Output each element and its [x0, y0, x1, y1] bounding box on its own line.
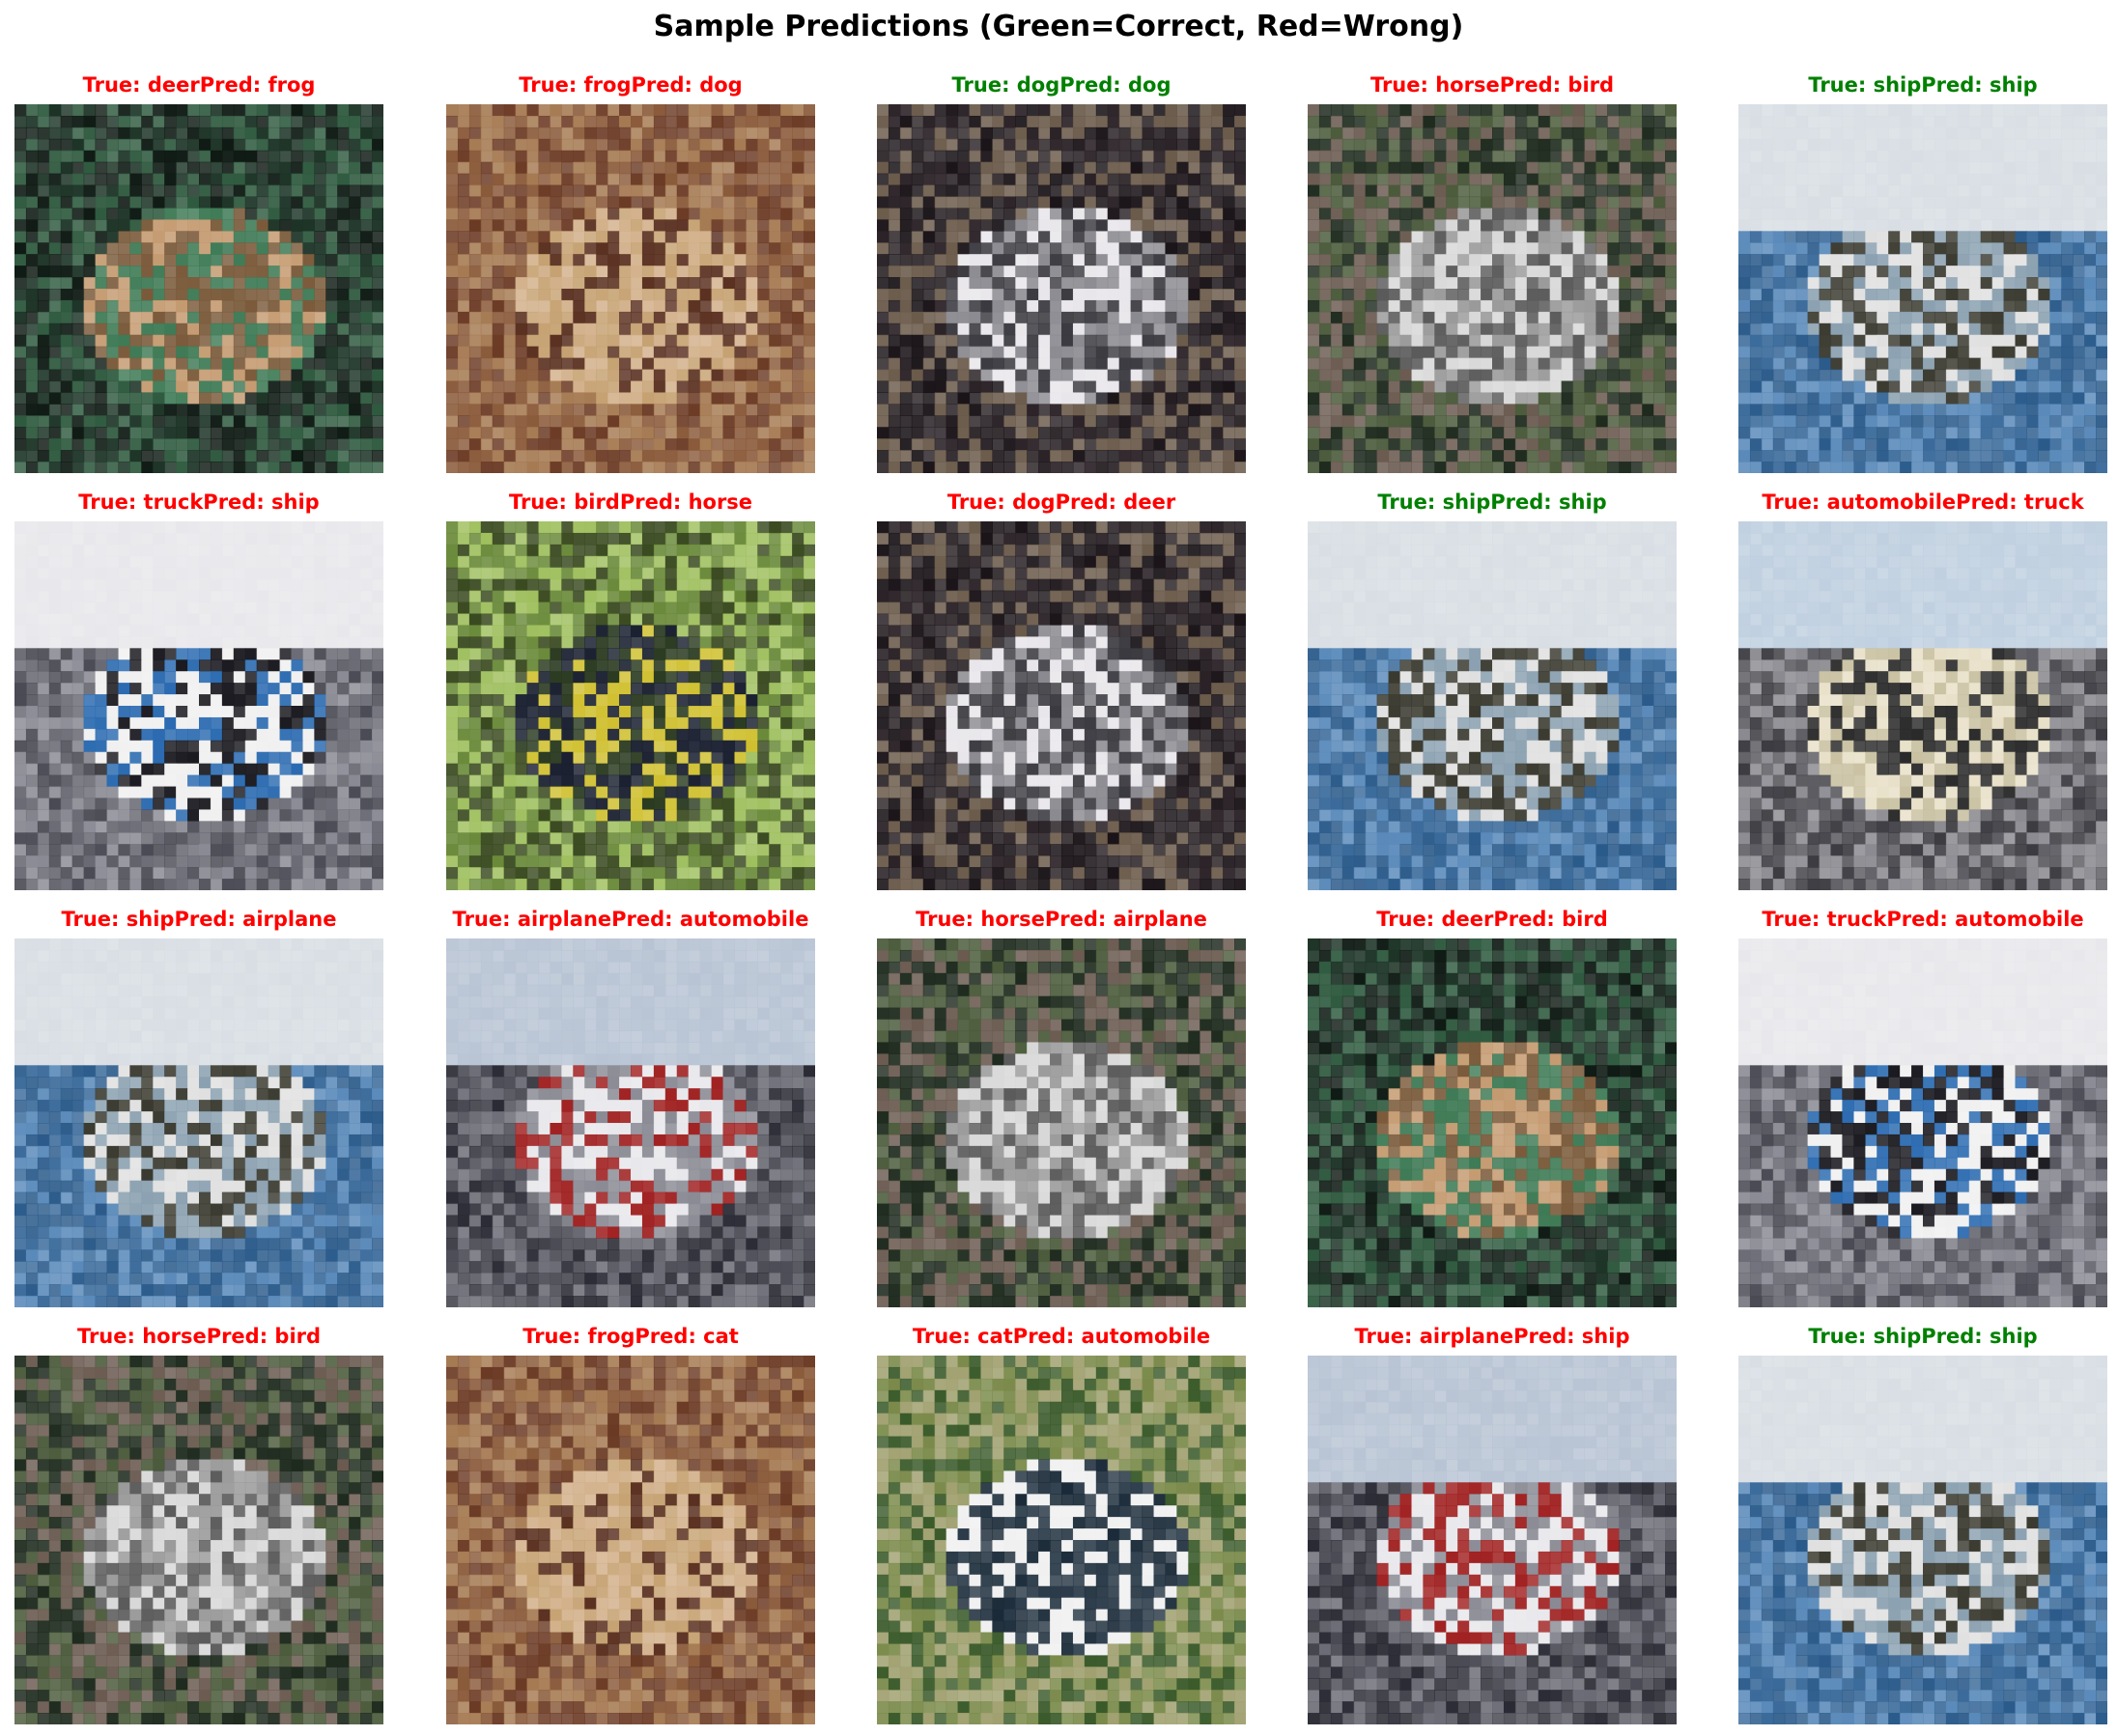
sample-image: [14, 104, 383, 473]
sample-image: [14, 521, 383, 890]
dog-photo: [877, 521, 1246, 890]
prediction-label: True: shipPred: ship: [1710, 1324, 2117, 1349]
truck-photo: [14, 521, 383, 890]
cat-photo: [877, 1356, 1246, 1724]
prediction-label: True: birdPred: horse: [418, 490, 843, 515]
sample-image: [877, 938, 1246, 1307]
sample-image: [14, 938, 383, 1307]
sample-image: [446, 1356, 815, 1724]
prediction-label: True: frogPred: dog: [418, 72, 843, 98]
prediction-label: True: frogPred: cat: [418, 1324, 843, 1349]
sample-image: [446, 938, 815, 1307]
ship-photo: [1738, 104, 2107, 473]
prediction-label: True: catPred: automobile: [849, 1324, 1274, 1349]
prediction-label: True: horsePred: bird: [1280, 72, 1705, 98]
prediction-label: True: horsePred: airplane: [849, 907, 1274, 932]
airplane-photo: [446, 938, 815, 1307]
sample-image: [877, 1356, 1246, 1724]
ship-photo: [14, 938, 383, 1307]
prediction-label: True: deerPred: bird: [1280, 907, 1705, 932]
figure-title: Sample Predictions (Green=Correct, Red=W…: [0, 8, 2117, 46]
deer-photo: [14, 104, 383, 473]
prediction-label: True: horsePred: bird: [0, 1324, 411, 1349]
prediction-label: True: airplanePred: ship: [1280, 1324, 1705, 1349]
frog-photo: [446, 104, 815, 473]
sample-image: [446, 521, 815, 890]
truck-photo: [1738, 938, 2107, 1307]
prediction-label: True: shipPred: ship: [1280, 490, 1705, 515]
horse-photo: [877, 938, 1246, 1307]
prediction-label: True: truckPred: ship: [0, 490, 411, 515]
prediction-label: True: shipPred: airplane: [0, 907, 411, 932]
sample-image: [1738, 1356, 2107, 1724]
prediction-label: True: deerPred: frog: [0, 72, 411, 98]
horse-photo: [1308, 104, 1677, 473]
bird-photo: [446, 521, 815, 890]
airplane-photo: [1308, 1356, 1677, 1724]
automobile-photo: [1738, 521, 2107, 890]
ship-photo: [1308, 521, 1677, 890]
prediction-label: True: airplanePred: automobile: [418, 907, 843, 932]
frog-photo: [446, 1356, 815, 1724]
sample-image: [1308, 521, 1677, 890]
sample-image: [446, 104, 815, 473]
dog-photo: [877, 104, 1246, 473]
prediction-label: True: shipPred: ship: [1710, 72, 2117, 98]
sample-image: [1738, 521, 2107, 890]
horse-photo: [14, 1356, 383, 1724]
sample-image: [1738, 104, 2107, 473]
sample-image: [1308, 938, 1677, 1307]
ship-photo: [1738, 1356, 2107, 1724]
sample-image: [14, 1356, 383, 1724]
prediction-label: True: dogPred: dog: [849, 72, 1274, 98]
sample-image: [877, 521, 1246, 890]
deer-photo: [1308, 938, 1677, 1307]
sample-image: [1308, 1356, 1677, 1724]
sample-image: [1738, 938, 2107, 1307]
prediction-label: True: automobilePred: truck: [1710, 490, 2117, 515]
prediction-label: True: dogPred: deer: [849, 490, 1274, 515]
sample-image: [1308, 104, 1677, 473]
sample-image: [877, 104, 1246, 473]
prediction-label: True: truckPred: automobile: [1710, 907, 2117, 932]
